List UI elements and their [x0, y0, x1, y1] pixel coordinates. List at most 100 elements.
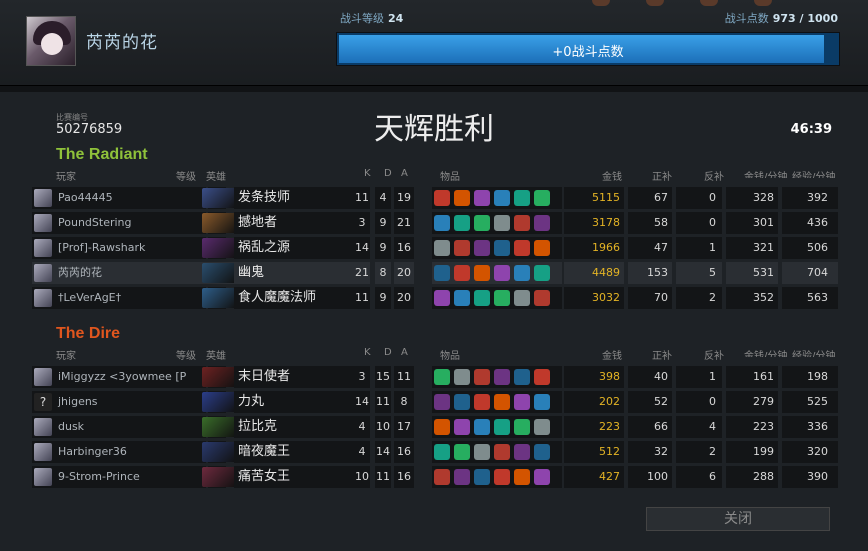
avatar[interactable] — [26, 16, 76, 66]
hero-name: 痛苦女王 — [234, 466, 362, 488]
item-icon[interactable] — [494, 290, 510, 306]
item-icon[interactable] — [514, 394, 530, 410]
player-name: [Prof]-Rawshark — [54, 237, 206, 259]
item-icon[interactable] — [474, 265, 490, 281]
item-icon[interactable] — [534, 265, 550, 281]
item-icon[interactable] — [514, 469, 530, 485]
item-icon[interactable] — [494, 469, 510, 485]
hero-name: 力丸 — [234, 391, 362, 413]
player-row[interactable]: Pao4444518发条技师114195115670328392 — [32, 187, 838, 209]
item-icon[interactable] — [454, 469, 470, 485]
col-gpm: 金钱/分钟 — [744, 172, 788, 178]
battle-points: 战斗点数 973 / 1000 — [725, 10, 838, 26]
deaths: 8 — [375, 262, 391, 284]
item-icon[interactable] — [534, 215, 550, 231]
item-icon[interactable] — [494, 444, 510, 460]
item-icon[interactable] — [434, 265, 450, 281]
player-row[interactable]: 9-Strom-Prince18痛苦女王1011164271006288390 — [32, 466, 838, 488]
item-icon[interactable] — [454, 369, 470, 385]
kills: 3 — [354, 366, 370, 388]
item-icon[interactable] — [474, 240, 490, 256]
item-icon[interactable] — [454, 290, 470, 306]
item-icon[interactable] — [434, 469, 450, 485]
item-icon[interactable] — [514, 290, 530, 306]
item-icon[interactable] — [494, 240, 510, 256]
item-icon[interactable] — [514, 444, 530, 460]
item-icon[interactable] — [474, 469, 490, 485]
item-icon[interactable] — [434, 240, 450, 256]
item-icon[interactable] — [454, 394, 470, 410]
item-icon[interactable] — [454, 444, 470, 460]
item-icon[interactable] — [514, 419, 530, 435]
item-icon[interactable] — [434, 444, 450, 460]
player-avatar-icon — [34, 368, 52, 386]
hero-name: 食人魔魔法师 — [234, 287, 362, 309]
item-icon[interactable] — [534, 444, 550, 460]
item-icon[interactable] — [494, 369, 510, 385]
player-avatar — [32, 366, 54, 388]
player-row[interactable]: Harbinger3616暗夜魔王41416512322199320 — [32, 441, 838, 463]
item-icon[interactable] — [534, 419, 550, 435]
player-avatar — [32, 212, 54, 234]
player-avatar — [32, 466, 54, 488]
header-ornament — [592, 0, 610, 6]
item-icon[interactable] — [454, 215, 470, 231]
gold-per-minute: 288 — [726, 466, 778, 488]
player-row[interactable]: iMiggyzz <3yowmee [P13末日使者31511398401161… — [32, 366, 838, 388]
item-icon[interactable] — [454, 190, 470, 206]
item-icon[interactable] — [494, 190, 510, 206]
battle-level: 战斗等级 24 — [340, 10, 403, 26]
deaths: 11 — [375, 391, 391, 413]
item-icon[interactable] — [494, 265, 510, 281]
item-icon[interactable] — [474, 190, 490, 206]
item-icon[interactable] — [514, 190, 530, 206]
item-icon[interactable] — [514, 265, 530, 281]
item-icon[interactable] — [454, 419, 470, 435]
player-row[interactable]: †LeVerAgE†22食人魔魔法师119203032702352563 — [32, 287, 838, 309]
item-slots — [432, 466, 562, 488]
item-icon[interactable] — [434, 369, 450, 385]
hero-icon — [202, 238, 236, 258]
item-icon[interactable] — [534, 469, 550, 485]
item-icon[interactable] — [534, 190, 550, 206]
gold: 5115 — [564, 187, 624, 209]
player-row[interactable]: dusk17拉比克41017223664223336 — [32, 416, 838, 438]
player-row[interactable]: ?jhigens21力丸14118202520279525 — [32, 391, 838, 413]
item-icon[interactable] — [454, 240, 470, 256]
item-icon[interactable] — [434, 394, 450, 410]
player-avatar — [32, 287, 54, 309]
item-icon[interactable] — [474, 215, 490, 231]
player-name: 芮芮的花 — [54, 262, 206, 284]
item-icon[interactable] — [534, 290, 550, 306]
item-icon[interactable] — [474, 369, 490, 385]
battle-points-value: 973 / 1000 — [772, 12, 838, 25]
deaths: 9 — [375, 287, 391, 309]
player-row[interactable]: [Prof]-Rawshark21祸乱之源149161966471321506 — [32, 237, 838, 259]
item-icon[interactable] — [514, 215, 530, 231]
gold-per-minute: 352 — [726, 287, 778, 309]
item-icon[interactable] — [434, 290, 450, 306]
item-icon[interactable] — [474, 419, 490, 435]
item-slots — [432, 237, 562, 259]
close-button[interactable]: 关闭 — [646, 507, 830, 531]
player-row[interactable]: PoundStering19撼地者39213178580301436 — [32, 212, 838, 234]
item-icon[interactable] — [514, 240, 530, 256]
item-icon[interactable] — [494, 419, 510, 435]
item-icon[interactable] — [454, 265, 470, 281]
item-icon[interactable] — [514, 369, 530, 385]
item-icon[interactable] — [534, 240, 550, 256]
item-icon[interactable] — [494, 394, 510, 410]
item-icon[interactable] — [434, 190, 450, 206]
item-icon[interactable] — [474, 444, 490, 460]
item-icon[interactable] — [434, 419, 450, 435]
item-icon[interactable] — [534, 394, 550, 410]
item-icon[interactable] — [474, 394, 490, 410]
xp-per-minute: 392 — [782, 187, 838, 209]
item-icon[interactable] — [494, 215, 510, 231]
header-ornament — [646, 0, 664, 6]
item-icon[interactable] — [434, 215, 450, 231]
item-icon[interactable] — [474, 290, 490, 306]
item-icon[interactable] — [534, 369, 550, 385]
player-row[interactable]: 芮芮的花25幽鬼2182044891535531704 — [32, 262, 838, 284]
assists: 21 — [394, 212, 414, 234]
